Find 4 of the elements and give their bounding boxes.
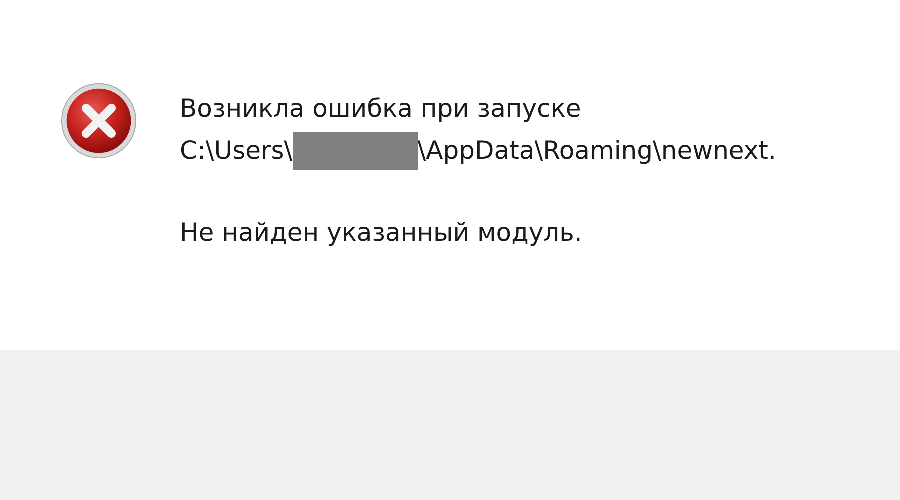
error-detail: Не найден указанный модуль. [180,217,584,249]
file-path: C:\Users\ [180,135,293,167]
error-icon [60,82,138,160]
error-message: Возникла ошибка при запуске [180,93,582,125]
